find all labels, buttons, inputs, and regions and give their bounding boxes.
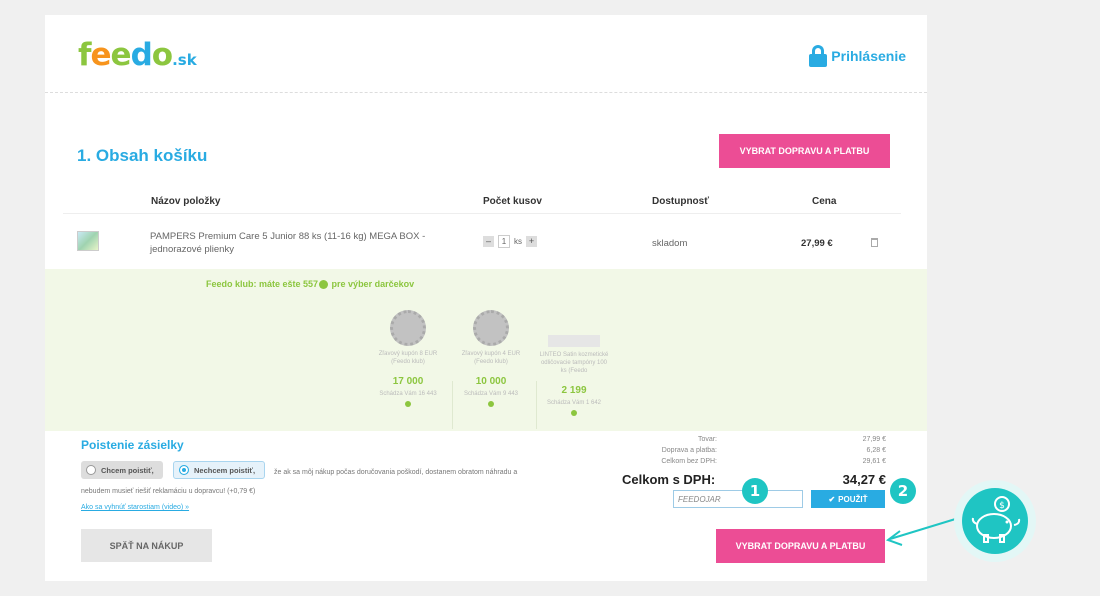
insurance-video-link[interactable]: Ako sa vyhnúť starostiam (video) »	[81, 504, 189, 511]
col-name: Názov položky	[151, 196, 221, 207]
step-marker-1: 1	[742, 478, 768, 504]
step-marker-2: 2	[890, 478, 916, 504]
qty-input[interactable]: 1	[498, 235, 510, 248]
page: feedo.sk Prihlásenie 1. Obsah košíku VYB…	[45, 15, 927, 581]
product-thumbnail[interactable]	[77, 231, 99, 251]
qty-minus-button[interactable]: –	[483, 236, 494, 247]
total-label: Celkom s DPH:	[622, 472, 716, 487]
gift-points: 17 000	[392, 376, 424, 387]
gift-missing: Schádza Vám 9 443	[463, 391, 519, 397]
qty-plus-button[interactable]: +	[526, 236, 537, 247]
gift-points: 2 199	[561, 385, 587, 396]
trash-icon[interactable]	[871, 238, 878, 247]
divider	[452, 381, 453, 429]
gift-name: LINTEO Satin kozmetické odličovacie tamp…	[539, 352, 609, 374]
gift-item[interactable]: Zľavový kupón 8 EUR (Feedo klub) 17 000 …	[373, 310, 443, 407]
login-label: Prihlásenie	[831, 48, 906, 64]
item-price: 27,99 €	[801, 238, 833, 249]
coupon-seal-icon	[390, 310, 426, 346]
checkout-button-top[interactable]: VYBRAT DOPRAVU A PLATBU	[719, 134, 890, 168]
gift-name: Zľavový kupón 4 EUR (Feedo klub)	[461, 351, 521, 365]
feedo-logo[interactable]: feedo.sk	[78, 37, 197, 78]
shipping-value: 6,28 €	[866, 447, 886, 454]
apply-coupon-button[interactable]: ✔ POUŽIŤ	[811, 490, 885, 508]
quantity-stepper: – 1 ks +	[483, 235, 537, 248]
coin-icon	[488, 401, 494, 407]
cart-table-header: Názov položky Počet kusov Dostupnosť Cen…	[63, 196, 901, 214]
availability: skladom	[652, 238, 688, 249]
gift-item[interactable]: LINTEO Satin kozmetické odličovacie tamp…	[539, 335, 609, 416]
checkmark-icon: ✔	[828, 494, 836, 504]
insurance-title: Poistenie zásielky	[81, 438, 184, 452]
gift-item[interactable]: Zľavový kupón 4 EUR (Feedo klub) 10 000 …	[456, 310, 526, 407]
piggy-bank-icon: $	[962, 488, 1028, 554]
col-price: Cena	[812, 196, 837, 207]
qty-unit: ks	[514, 237, 522, 246]
gift-name: Zľavový kupón 8 EUR (Feedo klub)	[378, 351, 438, 365]
total-value: 34,27 €	[842, 472, 886, 487]
svg-text:$: $	[999, 501, 1005, 511]
net-value: 29,61 €	[862, 458, 886, 465]
divider	[536, 381, 537, 429]
header: feedo.sk Prihlásenie	[45, 15, 927, 93]
checkout-button-bottom[interactable]: VYBRAT DOPRAVU A PLATBU	[716, 529, 885, 563]
gift-points: 10 000	[475, 376, 507, 387]
product-name[interactable]: PAMPERS Premium Care 5 Junior 88 ks (11-…	[150, 230, 430, 256]
gift-missing: Schádza Vám 1 642	[546, 400, 602, 406]
back-to-shop-button[interactable]: SPÄŤ NA NÁKUP	[81, 529, 212, 562]
cart-title: 1. Obsah košíku	[77, 146, 208, 165]
cart-row: PAMPERS Premium Care 5 Junior 88 ks (11-…	[63, 218, 901, 268]
insurance-description: že ak sa môj nákup počas doručovania poš…	[81, 469, 518, 495]
coupon-input[interactable]	[673, 490, 803, 508]
coupon-seal-icon	[473, 310, 509, 346]
net-label: Celkom bez DPH:	[661, 458, 717, 465]
club-title: Feedo klub: máte ešte 557 pre výber darč…	[206, 279, 415, 290]
shipping-label: Doprava a platba:	[661, 447, 717, 454]
product-image	[548, 335, 600, 347]
coin-icon	[571, 410, 577, 416]
coin-icon	[405, 401, 411, 407]
gift-missing: Schádza Vám 16 443	[379, 391, 437, 397]
login-link[interactable]: Prihlásenie	[809, 45, 906, 67]
feedo-club-panel: Feedo klub: máte ešte 557 pre výber darč…	[45, 269, 927, 431]
coin-icon	[319, 280, 329, 290]
col-availability: Dostupnosť	[652, 196, 710, 207]
col-quantity: Počet kusov	[483, 196, 542, 207]
lock-icon	[809, 45, 828, 67]
goods-value: 27,99 €	[862, 436, 886, 443]
goods-label: Tovar:	[697, 436, 717, 443]
